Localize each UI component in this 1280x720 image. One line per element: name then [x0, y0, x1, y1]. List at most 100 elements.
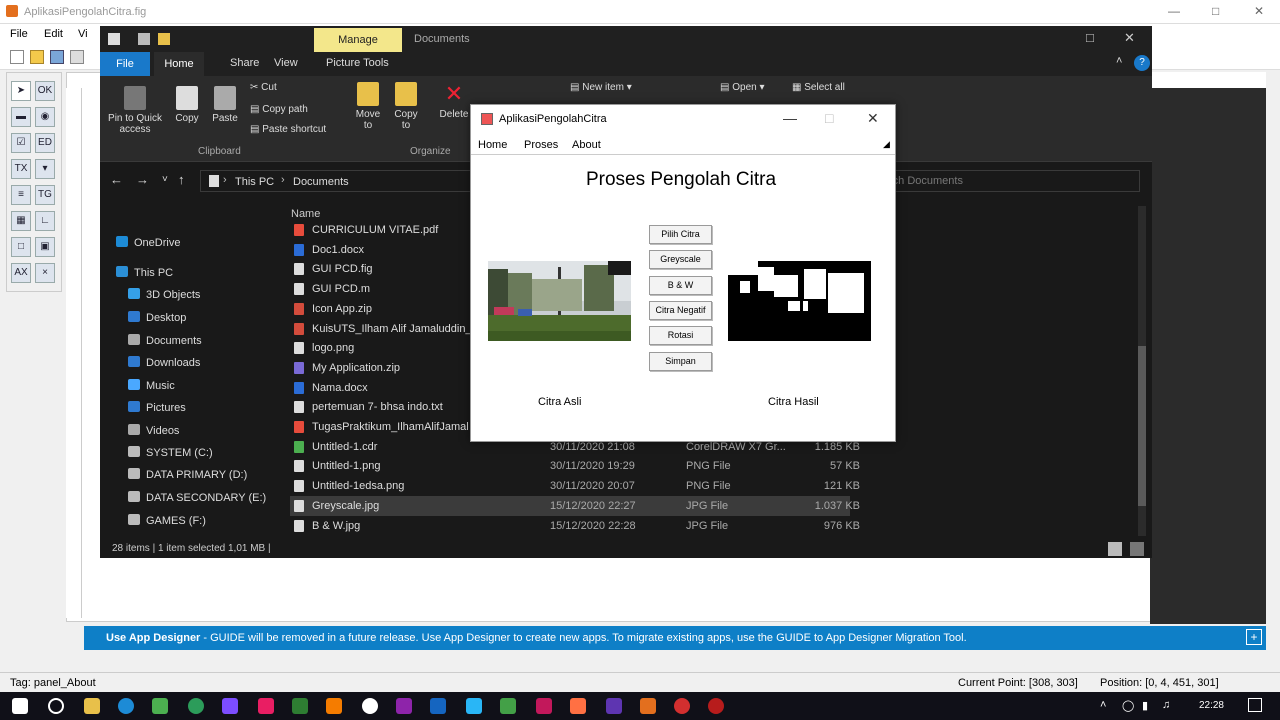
paste-button[interactable]: Paste: [208, 86, 242, 124]
panel-tool-icon[interactable]: □: [11, 237, 31, 257]
details-view-icon[interactable]: [1108, 542, 1122, 556]
nav-item[interactable]: DATA SECONDARY (E:): [128, 491, 266, 504]
select-tool-icon[interactable]: ➤: [11, 81, 31, 101]
slider-tool-icon[interactable]: ▬: [11, 107, 31, 127]
close-icon[interactable]: ✕: [1254, 4, 1264, 18]
tray-chevron-icon[interactable]: ˄: [1100, 699, 1106, 711]
minimize-icon[interactable]: —: [783, 110, 797, 126]
clock[interactable]: 22:28: [1199, 700, 1224, 711]
toggle-tool-icon[interactable]: TG: [35, 185, 55, 205]
nav-item[interactable]: DATA PRIMARY (D:): [128, 468, 247, 481]
app-icon-3[interactable]: [222, 698, 238, 714]
app-icon-1[interactable]: [152, 698, 168, 714]
minimize-icon[interactable]: —: [1168, 4, 1180, 18]
copy-button[interactable]: Copy: [170, 86, 204, 124]
popup-tool-icon[interactable]: ▾: [35, 159, 55, 179]
pilih-citra-button[interactable]: Pilih Citra: [649, 225, 712, 244]
nav-item[interactable]: GAMES (F:): [128, 514, 206, 527]
start-icon[interactable]: [12, 698, 28, 714]
app-icon-2[interactable]: [188, 698, 204, 714]
open-button[interactable]: ▤ Open ▾: [720, 82, 765, 93]
matlab-taskbar-icon[interactable]: [640, 698, 656, 714]
uitoolbar-tool-icon[interactable]: ×: [35, 263, 55, 283]
tab-home[interactable]: Home: [154, 52, 204, 76]
save-icon[interactable]: [50, 50, 64, 64]
battery-icon[interactable]: ▮: [1142, 699, 1148, 712]
help-icon[interactable]: ?: [1134, 55, 1150, 71]
maximize-icon[interactable]: □: [1086, 30, 1094, 45]
maximize-icon[interactable]: □: [1212, 4, 1219, 18]
tab-share[interactable]: Share: [230, 57, 259, 69]
volume-icon[interactable]: ♫: [1162, 699, 1170, 711]
app-icon-8[interactable]: [466, 698, 482, 714]
file-row[interactable]: Untitled-1edsa.png 30/11/2020 20:07 PNG Fi…: [290, 476, 860, 496]
listbox-tool-icon[interactable]: ≡: [11, 185, 31, 205]
checkbox-tool-icon[interactable]: ☑: [11, 133, 31, 153]
manage-tab[interactable]: Manage: [314, 28, 402, 52]
search-icon[interactable]: [48, 698, 64, 714]
simpan-button[interactable]: Simpan: [649, 352, 712, 371]
move-to-button[interactable]: Move to: [352, 82, 384, 131]
app-icon-9[interactable]: [500, 698, 516, 714]
file-list-scrollbar[interactable]: [1138, 206, 1146, 536]
nav-item[interactable]: OneDrive: [116, 236, 180, 249]
address-bar[interactable]: › This PC › Documents: [200, 170, 472, 192]
tab-picture-tools[interactable]: Picture Tools: [326, 57, 389, 69]
table-tool-icon[interactable]: ▦: [11, 211, 31, 231]
text-tool-icon[interactable]: TX: [11, 159, 31, 179]
citra-negatif-button[interactable]: Citra Negatif: [649, 301, 712, 320]
radio-tool-icon[interactable]: ◉: [35, 107, 55, 127]
tab-view[interactable]: View: [274, 57, 298, 69]
nav-item[interactable]: This PC: [116, 266, 173, 279]
recent-chevron-icon[interactable]: ˅: [162, 174, 168, 185]
app-icon-5[interactable]: [326, 698, 342, 714]
search-box[interactable]: rch Documents: [880, 170, 1140, 192]
network-icon[interactable]: ◯: [1122, 699, 1134, 712]
app-icon-6[interactable]: [396, 698, 412, 714]
tab-file[interactable]: File: [100, 52, 150, 76]
file-row[interactable]: Greyscale.jpg 15/12/2020 22:27 JPG File 1.0…: [290, 495, 860, 516]
app-icon-11[interactable]: [570, 698, 586, 714]
app-icon-4[interactable]: [258, 698, 274, 714]
greyscale-button[interactable]: Greyscale: [649, 250, 712, 269]
notification-icon[interactable]: [1248, 698, 1262, 712]
breadcrumb-this-pc[interactable]: This PC: [235, 176, 274, 188]
folder-icon[interactable]: [158, 33, 170, 45]
nav-item[interactable]: 3D Objects: [128, 288, 200, 301]
buttongroup-tool-icon[interactable]: ▣: [35, 237, 55, 257]
nav-item[interactable]: Downloads: [128, 356, 200, 369]
column-header-name[interactable]: Name: [291, 208, 320, 220]
nav-item[interactable]: Documents: [128, 334, 202, 347]
explorer-taskbar-icon[interactable]: [84, 698, 100, 714]
cut-icon[interactable]: [70, 50, 84, 64]
menu-view[interactable]: Vi: [78, 28, 88, 40]
open-icon[interactable]: [30, 50, 44, 64]
app-icon-7[interactable]: [430, 698, 446, 714]
paste-shortcut-button[interactable]: ▤ Paste shortcut: [250, 124, 326, 135]
axes-tool-icon[interactable]: ∟: [35, 211, 55, 231]
breadcrumb-documents[interactable]: Documents: [293, 176, 349, 188]
nav-item[interactable]: Pictures: [128, 401, 186, 414]
delete-button[interactable]: ✕ Delete: [434, 82, 474, 121]
maximize-icon[interactable]: □: [825, 110, 833, 126]
new-icon[interactable]: [10, 50, 24, 64]
pin-quick-access-button[interactable]: Pin to Quick access: [104, 86, 166, 135]
nav-item[interactable]: Desktop: [128, 311, 186, 324]
app-icon-10[interactable]: [536, 698, 552, 714]
up-icon[interactable]: ↑: [178, 172, 185, 187]
collapse-ribbon-icon[interactable]: ˄: [1116, 55, 1122, 67]
close-icon[interactable]: ✕: [867, 110, 879, 127]
copy-path-button[interactable]: ▤ Copy path: [250, 104, 308, 115]
banner-text[interactable]: - GUIDE will be removed in a future rele…: [200, 632, 966, 644]
app-icon-12[interactable]: [606, 698, 622, 714]
nav-item[interactable]: Videos: [128, 424, 179, 437]
pushbutton-tool-icon[interactable]: OK: [35, 81, 55, 101]
toolbar-chevron-icon[interactable]: ◢: [883, 139, 890, 150]
file-row[interactable]: B & W.jpg 15/12/2020 22:28 JPG File 976 KB: [290, 516, 860, 536]
app-icon-13[interactable]: [674, 698, 690, 714]
menu-edit[interactable]: Edit: [44, 28, 63, 40]
nav-item[interactable]: Music: [128, 379, 175, 392]
edit-tool-icon[interactable]: ED: [35, 133, 55, 153]
large-icons-view-icon[interactable]: [1130, 542, 1144, 556]
back-icon[interactable]: ←: [110, 172, 123, 187]
